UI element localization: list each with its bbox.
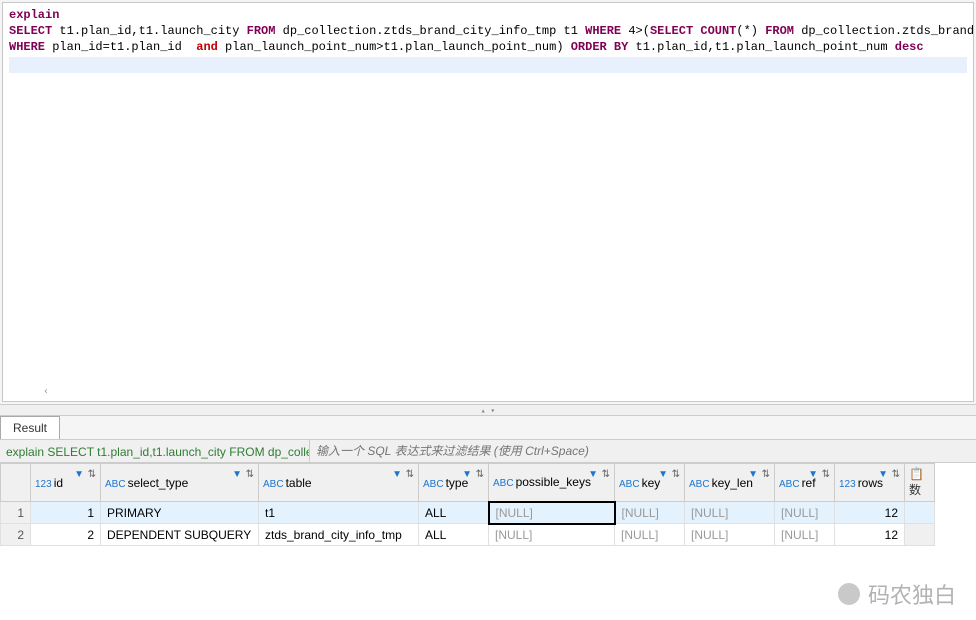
result-grid[interactable]: 123id▼⇅ ABCselect_type▼⇅ ABCtable▼⇅ ABCt… bbox=[0, 463, 976, 620]
filter-input[interactable] bbox=[310, 440, 976, 462]
kw-select: SELECT bbox=[9, 24, 52, 38]
sort-icon[interactable]: ⇅ bbox=[88, 469, 96, 480]
text-type-icon: ABC bbox=[493, 478, 514, 489]
col-select-type[interactable]: ABCselect_type▼⇅ bbox=[101, 464, 259, 502]
cell-select-type[interactable]: DEPENDENT SUBQUERY bbox=[101, 524, 259, 546]
sort-icon[interactable]: ⇅ bbox=[406, 469, 414, 480]
filter-icon[interactable]: ▼ bbox=[588, 469, 598, 480]
cell-table[interactable]: ztds_brand_city_info_tmp bbox=[259, 524, 419, 546]
cell-type[interactable]: ALL bbox=[419, 502, 489, 524]
filter-icon[interactable]: ▼ bbox=[462, 469, 472, 480]
col-extra[interactable]: 📋数 bbox=[905, 464, 935, 502]
sql-editor[interactable]: explain SELECT t1.plan_id,t1.launch_city… bbox=[2, 2, 974, 402]
filter-icon[interactable]: ▼ bbox=[878, 469, 888, 480]
text-type-icon: ABC bbox=[263, 479, 284, 490]
scroll-indicator: ‹ bbox=[43, 386, 49, 397]
col-possible-keys[interactable]: ABCpossible_keys▼⇅ bbox=[489, 464, 615, 502]
filter-icon[interactable]: ▼ bbox=[74, 469, 84, 480]
cell-ref[interactable]: [NULL] bbox=[775, 502, 835, 524]
sort-icon[interactable]: ⇅ bbox=[672, 469, 680, 480]
filter-icon[interactable]: ▼ bbox=[748, 469, 758, 480]
filter-icon[interactable]: ▼ bbox=[658, 469, 668, 480]
cell-select-type[interactable]: PRIMARY bbox=[101, 502, 259, 524]
sql-code-content: explain SELECT t1.plan_id,t1.launch_city… bbox=[3, 3, 973, 77]
cell-id[interactable]: 2 bbox=[31, 524, 101, 546]
num-type-icon: 123 bbox=[35, 479, 52, 490]
filter-icon[interactable]: ▼ bbox=[808, 469, 818, 480]
cell-rows[interactable]: 12 bbox=[835, 502, 905, 524]
cell-extra[interactable] bbox=[905, 502, 935, 524]
query-summary-label: explain SELECT t1.plan_id,t1.launch_city… bbox=[0, 440, 310, 462]
op-and: and bbox=[196, 40, 218, 54]
cell-ref[interactable]: [NULL] bbox=[775, 524, 835, 546]
sort-icon[interactable]: ⇅ bbox=[892, 469, 900, 480]
table-row[interactable]: 1 1 PRIMARY t1 ALL [NULL] [NULL] [NULL] … bbox=[1, 502, 935, 524]
filter-icon[interactable]: ▼ bbox=[392, 469, 402, 480]
cell-key[interactable]: [NULL] bbox=[615, 524, 685, 546]
header-row: 123id▼⇅ ABCselect_type▼⇅ ABCtable▼⇅ ABCt… bbox=[1, 464, 935, 502]
cell-rows[interactable]: 12 bbox=[835, 524, 905, 546]
sort-icon[interactable]: ⇅ bbox=[246, 469, 254, 480]
cell-possible-keys[interactable]: [NULL] bbox=[489, 524, 615, 546]
kw-where: WHERE bbox=[585, 24, 621, 38]
watermark: 码农独白 bbox=[838, 578, 956, 610]
col-key-len[interactable]: ABCkey_len▼⇅ bbox=[685, 464, 775, 502]
cell-table[interactable]: t1 bbox=[259, 502, 419, 524]
table-row[interactable]: 2 2 DEPENDENT SUBQUERY ztds_brand_city_i… bbox=[1, 524, 935, 546]
text-type-icon: ABC bbox=[619, 479, 640, 490]
sort-icon[interactable]: ⇅ bbox=[822, 469, 830, 480]
col-id[interactable]: 123id▼⇅ bbox=[31, 464, 101, 502]
watermark-text: 码农独白 bbox=[868, 578, 956, 610]
row-number: 2 bbox=[1, 524, 31, 546]
kw-explain: explain bbox=[9, 8, 59, 22]
col-ref[interactable]: ABCref▼⇅ bbox=[775, 464, 835, 502]
wechat-icon bbox=[838, 583, 860, 605]
col-type[interactable]: ABCtype▼⇅ bbox=[419, 464, 489, 502]
col-table[interactable]: ABCtable▼⇅ bbox=[259, 464, 419, 502]
col-key[interactable]: ABCkey▼⇅ bbox=[615, 464, 685, 502]
text-type-icon: ABC bbox=[779, 479, 800, 490]
cell-key[interactable]: [NULL] bbox=[615, 502, 685, 524]
cell-extra[interactable] bbox=[905, 524, 935, 546]
cell-key-len[interactable]: [NULL] bbox=[685, 502, 775, 524]
cell-type[interactable]: ALL bbox=[419, 524, 489, 546]
kw-from: FROM bbox=[247, 24, 276, 38]
result-table: 123id▼⇅ ABCselect_type▼⇅ ABCtable▼⇅ ABCt… bbox=[0, 463, 935, 546]
text-type-icon: ABC bbox=[689, 479, 710, 490]
cell-possible-keys[interactable]: [NULL] bbox=[489, 502, 615, 524]
sort-icon[interactable]: ⇅ bbox=[602, 469, 610, 480]
grid-icon: 📋 bbox=[909, 467, 924, 481]
cell-id[interactable]: 1 bbox=[31, 502, 101, 524]
col-rows[interactable]: 123rows▼⇅ bbox=[835, 464, 905, 502]
kw-desc: desc bbox=[895, 40, 924, 54]
text-type-icon: ABC bbox=[105, 479, 126, 490]
sort-icon[interactable]: ⇅ bbox=[476, 469, 484, 480]
cell-key-len[interactable]: [NULL] bbox=[685, 524, 775, 546]
kw-orderby: ORDER BY bbox=[571, 40, 629, 54]
rownum-header bbox=[1, 464, 31, 502]
text-type-icon: ABC bbox=[423, 479, 444, 490]
kw-where2: WHERE bbox=[9, 40, 45, 54]
panel-divider[interactable]: ▴ ▾ bbox=[0, 404, 976, 416]
result-tab[interactable]: Result bbox=[0, 416, 60, 439]
num-type-icon: 123 bbox=[839, 479, 856, 490]
sort-icon[interactable]: ⇅ bbox=[762, 469, 770, 480]
filter-icon[interactable]: ▼ bbox=[232, 469, 242, 480]
filter-bar: explain SELECT t1.plan_id,t1.launch_city… bbox=[0, 439, 976, 463]
cursor-line bbox=[9, 57, 967, 73]
row-number: 1 bbox=[1, 502, 31, 524]
